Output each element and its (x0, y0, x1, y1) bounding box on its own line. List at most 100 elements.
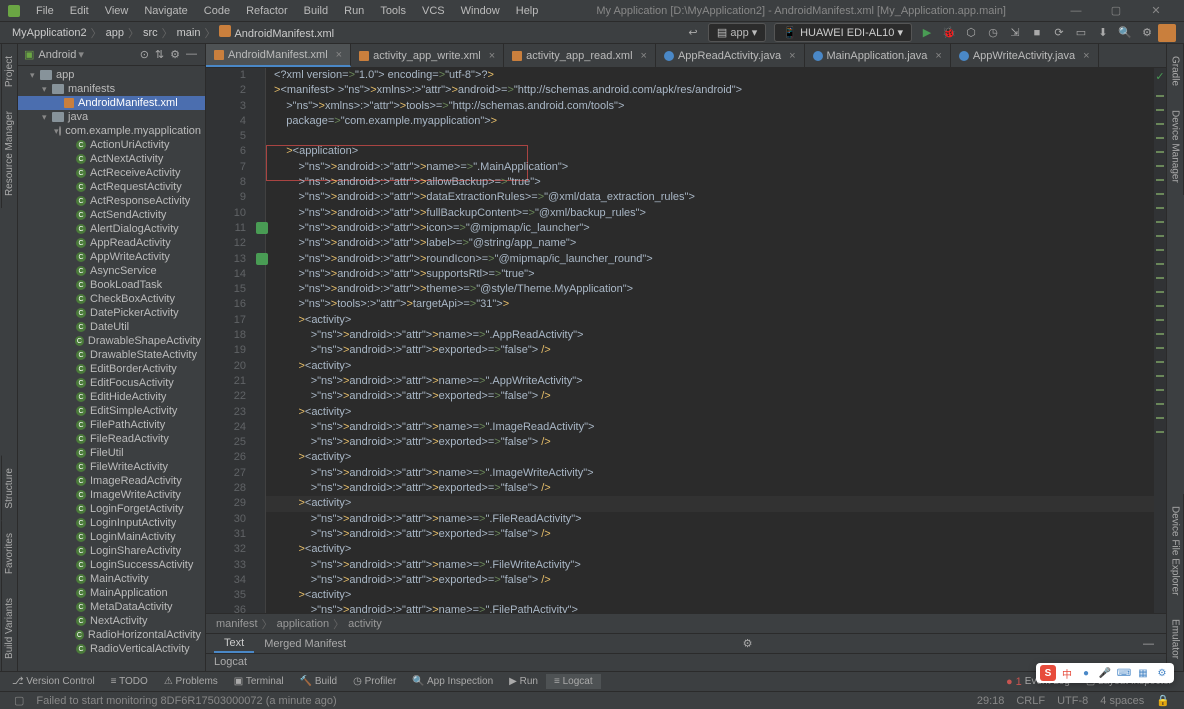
tree-item[interactable]: CLoginShareActivity (18, 544, 205, 558)
side-tab-favorites[interactable]: Favorites (1, 521, 17, 586)
tree-item[interactable]: CDateUtil (18, 320, 205, 334)
search-button[interactable]: 🔍 (1115, 23, 1135, 43)
tree-item[interactable]: ▾com.example.myapplication (18, 124, 205, 138)
tree-item[interactable]: CBookLoadTask (18, 278, 205, 292)
tree-item[interactable]: CFilePathActivity (18, 418, 205, 432)
side-tab-resource-manager[interactable]: Resource Manager (1, 99, 17, 208)
tree-item[interactable]: CDatePickerActivity (18, 306, 205, 320)
side-tab-build-variants[interactable]: Build Variants (1, 586, 17, 671)
side-tab-device-manager[interactable]: Device Manager (1168, 98, 1184, 195)
readonly-icon[interactable]: 🔒 (1150, 694, 1176, 707)
tool-window-problems[interactable]: ⚠ Problems (156, 674, 226, 689)
breadcrumb-item[interactable]: MyApplication2 (8, 27, 91, 39)
tool-window-build[interactable]: 🔨 Build (292, 674, 345, 689)
side-tab-structure[interactable]: Structure (1, 456, 17, 521)
sdk-button[interactable]: ⬇ (1093, 23, 1113, 43)
menu-code[interactable]: Code (196, 3, 238, 19)
fold-gutter[interactable] (254, 68, 266, 613)
editor-tab[interactable]: MainApplication.java× (805, 44, 951, 67)
breadcrumb-item[interactable]: src (139, 27, 162, 39)
tree-item[interactable]: CFileWriteActivity (18, 460, 205, 474)
tree-item[interactable]: CDrawableShapeActivity (18, 334, 205, 348)
tree-item[interactable]: CActResponseActivity (18, 194, 205, 208)
tree-item[interactable]: CImageReadActivity (18, 474, 205, 488)
sync-button[interactable]: ⟳ (1049, 23, 1069, 43)
menu-help[interactable]: Help (508, 3, 547, 19)
tree-item[interactable]: CLoginInputActivity (18, 516, 205, 530)
breadcrumb-item[interactable]: AndroidManifest.xml (215, 25, 338, 40)
cursor-position[interactable]: 29:18 (971, 695, 1011, 707)
tree-item[interactable]: CEditSimpleActivity (18, 404, 205, 418)
editor-tab[interactable]: AppReadActivity.java× (656, 44, 805, 67)
tree-item[interactable]: CAsyncService (18, 264, 205, 278)
code-editor[interactable]: 1234567891011121314151617181920212223242… (206, 68, 1166, 613)
tree-item[interactable]: CMainApplication (18, 586, 205, 600)
menu-build[interactable]: Build (296, 3, 336, 19)
tool-window-app-inspection[interactable]: 🔍 App Inspection (404, 674, 501, 689)
hide-icon[interactable]: — (184, 48, 199, 61)
run-button[interactable]: ▶ (917, 23, 937, 43)
settings-icon[interactable]: ⚙ (1137, 23, 1157, 43)
tree-item[interactable]: CActRequestActivity (18, 180, 205, 194)
run-config-selector[interactable]: ▤ app ▾ (708, 23, 766, 42)
code-breadcrumb[interactable]: manifest〉application〉activity (206, 613, 1166, 633)
back-icon[interactable]: ↩ (683, 23, 703, 43)
gear-icon[interactable]: ⚙ (739, 637, 757, 650)
tree-item[interactable]: CEditHideActivity (18, 390, 205, 404)
select-opened-icon[interactable]: ⊙ (138, 48, 151, 61)
tree-item[interactable]: CEditFocusActivity (18, 376, 205, 390)
tool-window-version-control[interactable]: ⎇ Version Control (4, 674, 103, 689)
tree-item[interactable]: CRadioHorizontalActivity (18, 628, 205, 642)
tool-window-profiler[interactable]: ◷ Profiler (345, 674, 404, 689)
code-breadcrumb-item[interactable]: application (275, 618, 332, 630)
menu-view[interactable]: View (97, 3, 137, 19)
file-encoding[interactable]: UTF-8 (1051, 695, 1094, 707)
tree-item[interactable]: CActionUriActivity (18, 138, 205, 152)
tree-item[interactable]: CEditBorderActivity (18, 362, 205, 376)
user-avatar[interactable] (1158, 24, 1176, 42)
project-tree[interactable]: ▾app▾manifestsAndroidManifest.xml▾java▾c… (18, 66, 205, 671)
project-view-selector[interactable]: Android (38, 49, 76, 61)
menu-refactor[interactable]: Refactor (238, 3, 296, 19)
line-gutter[interactable]: 1234567891011121314151617181920212223242… (206, 68, 254, 613)
tree-item[interactable]: AndroidManifest.xml (18, 96, 205, 110)
tree-item[interactable]: CActNextActivity (18, 152, 205, 166)
stop-button[interactable]: ■ (1027, 23, 1047, 43)
menu-tools[interactable]: Tools (372, 3, 414, 19)
editor-tab[interactable]: activity_app_write.xml× (351, 44, 504, 67)
ime-toolbar[interactable]: S 中●🎤⌨▦⚙ (1036, 663, 1174, 683)
side-tab-project[interactable]: Project (1, 44, 17, 99)
avd-button[interactable]: ▭ (1071, 23, 1091, 43)
tree-item[interactable]: CCheckBoxActivity (18, 292, 205, 306)
minimize-button[interactable]: — (1056, 5, 1096, 17)
menu-run[interactable]: Run (336, 3, 372, 19)
tree-item[interactable]: CFileUtil (18, 446, 205, 460)
tree-item[interactable]: CAlertDialogActivity (18, 222, 205, 236)
hide-icon[interactable]: — (1139, 638, 1158, 650)
breadcrumb-item[interactable]: main (173, 27, 205, 39)
tree-item[interactable]: CLoginMainActivity (18, 530, 205, 544)
logcat-header[interactable]: Logcat (206, 653, 1166, 671)
menu-file[interactable]: File (28, 3, 62, 19)
sogou-icon[interactable]: S (1040, 665, 1056, 681)
tree-item[interactable]: CActSendActivity (18, 208, 205, 222)
settings-icon[interactable]: ⚙ (168, 48, 182, 61)
side-tab-gradle[interactable]: Gradle (1168, 44, 1184, 98)
menu-vcs[interactable]: VCS (414, 3, 453, 19)
attach-button[interactable]: ⇲ (1005, 23, 1025, 43)
menu-window[interactable]: Window (453, 3, 508, 19)
line-separator[interactable]: CRLF (1010, 695, 1051, 707)
device-selector[interactable]: 📱 HUAWEI EDI-AL10 ▾ (774, 23, 912, 42)
code-breadcrumb-item[interactable]: manifest (214, 618, 260, 630)
tree-item[interactable]: CLoginForgetActivity (18, 502, 205, 516)
maximize-button[interactable]: ▢ (1096, 4, 1136, 17)
coverage-button[interactable]: ⬡ (961, 23, 981, 43)
tree-item[interactable]: CAppReadActivity (18, 236, 205, 250)
side-tab-emulator[interactable]: Emulator (1168, 607, 1184, 671)
tool-window-logcat[interactable]: ≡ Logcat (546, 674, 601, 689)
merged-manifest-tab[interactable]: Merged Manifest (254, 636, 356, 652)
tool-window-run[interactable]: ▶ Run (501, 674, 546, 689)
editor-tab[interactable]: AppWriteActivity.java× (951, 44, 1099, 67)
tool-window-todo[interactable]: ≡ TODO (103, 674, 156, 689)
tool-window-terminal[interactable]: ▣ Terminal (226, 674, 292, 689)
